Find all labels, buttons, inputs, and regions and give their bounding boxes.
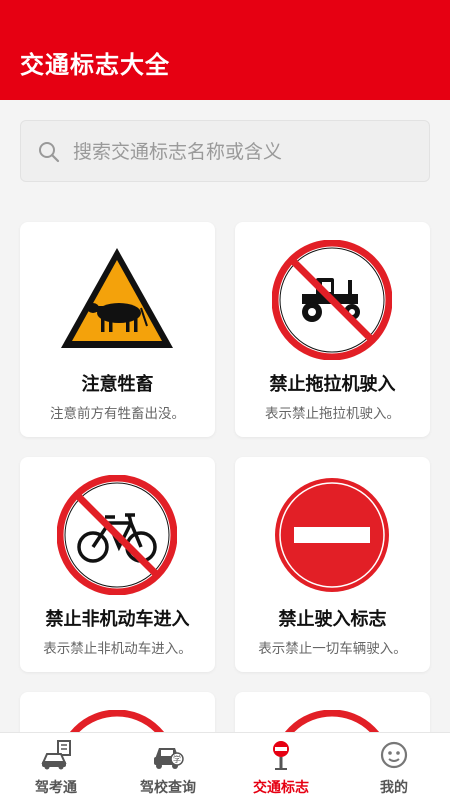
sign-card-no-tractor[interactable]: 禁止拖拉机驶入 表示禁止拖拉机驶入。 [235,222,430,437]
sign-name: 注意牲畜 [81,374,154,395]
svg-text:学: 学 [173,754,181,764]
school-car-icon: 学 [154,748,184,769]
sign-card-no-bicycle[interactable]: 禁止非机动车进入 表示禁止非机动车进入。 [20,457,215,672]
car-exam-icon [41,740,71,770]
sign-card-no-entry[interactable]: 禁止驶入标志 表示禁止一切车辆驶入。 [235,457,430,672]
page-title: 交通标志大全 [20,51,170,79]
sign-name: 禁止驶入标志 [278,609,387,630]
livestock-warning-icon [61,248,173,348]
tab-label: 交通标志 [253,780,309,796]
tab-exam[interactable]: 驾考通 [0,733,112,800]
no-bicycle-icon [57,475,177,595]
no-entry-icon [275,478,389,592]
search-icon [39,142,60,163]
search-input[interactable] [73,133,413,171]
sign-name: 禁止非机动车进入 [45,609,190,630]
tab-label: 驾校查询 [140,780,196,796]
sign-desc: 注意前方有牲畜出没。 [50,406,185,422]
tab-school[interactable]: 学 驾校查询 [112,733,224,800]
app-header: 交通标志大全 [0,0,450,100]
tab-profile[interactable]: 我的 [338,733,450,800]
no-tractor-icon [272,240,392,360]
sign-card-livestock[interactable]: 注意牲畜 注意前方有牲畜出没。 [20,222,215,437]
sign-name: 禁止拖拉机驶入 [269,374,396,395]
search-bar[interactable] [20,120,430,182]
sign-desc: 表示禁止拖拉机驶入。 [265,406,400,422]
sign-desc: 表示禁止非机动车进入。 [43,641,192,657]
tab-traffic-signs[interactable]: 交通标志 [225,733,337,800]
bottom-tab-bar: 驾考通 学 驾校查询 交通标志 我的 [0,732,450,800]
profile-face-icon [380,741,408,769]
tab-label: 我的 [380,780,408,796]
sign-desc: 表示禁止一切车辆驶入。 [258,641,407,657]
tab-label: 驾考通 [35,780,77,796]
traffic-sign-icon [273,741,289,770]
